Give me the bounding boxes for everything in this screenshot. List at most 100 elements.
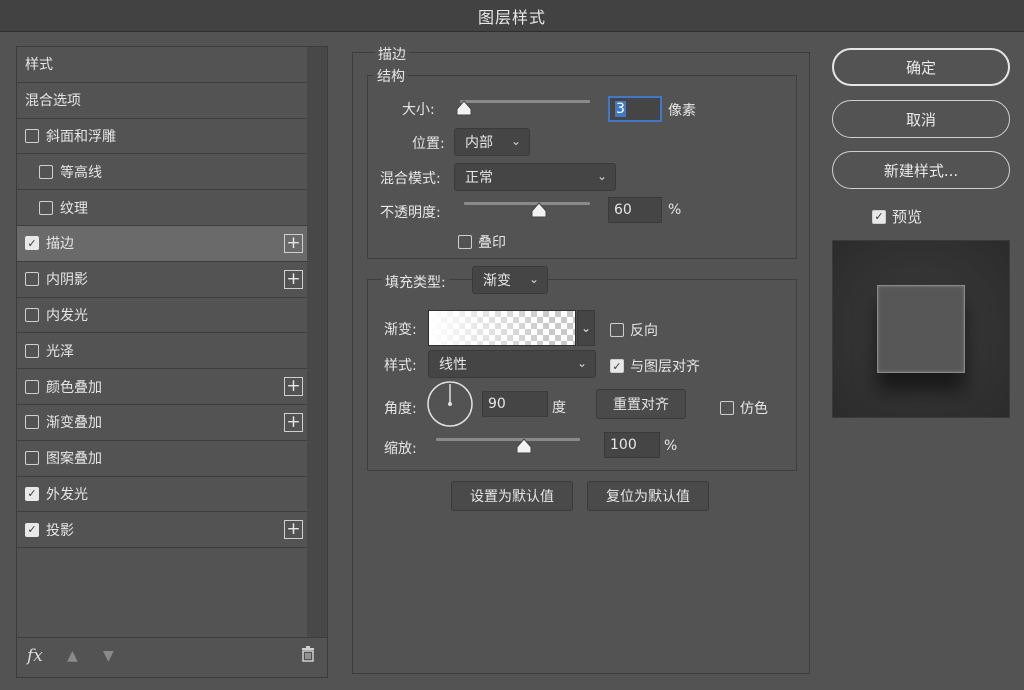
fill-type-dropdown[interactable]: 渐变 ⌄	[472, 266, 548, 294]
checkbox-icon[interactable]: ✓	[25, 486, 39, 501]
styles-list-item[interactable]: 内发光	[17, 298, 307, 334]
add-icon[interactable]: +	[284, 377, 303, 397]
chevron-down-icon: ⌄	[576, 356, 587, 370]
gradient-label: 渐变:	[384, 322, 417, 338]
dialog-titlebar: 图层样式	[0, 0, 1024, 32]
reset-to-default-button[interactable]: 复位为默认值	[587, 481, 709, 511]
trash-icon[interactable]	[301, 646, 315, 666]
styles-list-item[interactable]: 纹理	[17, 190, 307, 226]
add-icon[interactable]: +	[284, 520, 303, 540]
checkbox-icon	[720, 401, 734, 415]
styles-list-item[interactable]: ✓ 外发光	[17, 477, 307, 513]
new-style-button[interactable]: 新建样式...	[832, 151, 1010, 189]
styles-list-item[interactable]: 渐变叠加 +	[17, 405, 307, 441]
arrow-down-icon[interactable]: ▼	[103, 648, 114, 664]
opacity-unit: %	[668, 202, 682, 218]
scale-label: 缩放:	[384, 441, 417, 457]
size-input[interactable]: 3	[608, 96, 662, 122]
styles-list-item-label: 投影	[46, 522, 74, 539]
styles-list-panel: 样式混合选项斜面和浮雕等高线纹理 ✓ 描边 + 内阴影 + 内发光光泽颜色叠加 + 渐变叠加 + 图…	[16, 46, 328, 678]
gradient-style-dropdown[interactable]: 线性 ⌄	[428, 350, 596, 378]
styles-list-item-label: 内发光	[46, 307, 88, 324]
styles-list-item-label: 外发光	[46, 486, 88, 503]
styles-list-item-label: 样式	[25, 57, 53, 74]
stroke-section-title: 描边	[375, 44, 409, 64]
arrow-up-icon[interactable]: ▲	[67, 648, 78, 664]
fx-button[interactable]: fx	[27, 646, 43, 666]
angle-input[interactable]: 90	[482, 391, 548, 417]
reset-alignment-button[interactable]: 重置对齐	[596, 389, 686, 419]
scale-unit: %	[664, 438, 678, 454]
blend-mode-dropdown[interactable]: 正常 ⌄	[454, 163, 616, 191]
add-icon[interactable]: +	[284, 269, 303, 289]
styles-list-item[interactable]: 等高线	[17, 154, 307, 191]
checkbox-icon[interactable]	[25, 415, 39, 430]
checkbox-icon[interactable]	[25, 451, 39, 466]
styles-list-item-label: 光泽	[46, 343, 74, 360]
styles-list-item-label: 描边	[46, 236, 74, 253]
styles-list-item[interactable]: 内阴影 +	[17, 262, 307, 298]
style-preview	[832, 240, 1010, 418]
opacity-slider[interactable]	[464, 202, 590, 205]
size-unit: 像素	[668, 103, 696, 119]
gradient-picker-chevron-icon[interactable]: ⌄	[577, 310, 595, 346]
checkbox-icon: ✓	[872, 209, 886, 224]
preview-square	[877, 285, 965, 373]
styles-list-item-label: 斜面和浮雕	[46, 128, 116, 145]
angle-label: 角度:	[384, 401, 417, 417]
angle-unit: 度	[552, 400, 566, 416]
styles-list-item[interactable]: 混合选项	[17, 83, 307, 119]
stroke-settings-panel: 描边 结构 大小: 3 像素 位置: 内部 ⌄ 混合模式: 正常 ⌄ 不透明度: 6…	[352, 44, 810, 674]
position-label: 位置:	[412, 136, 445, 152]
position-dropdown[interactable]: 内部 ⌄	[454, 128, 530, 156]
styles-list-item-label: 内阴影	[46, 272, 88, 289]
structure-group: 结构 大小: 3 像素 位置: 内部 ⌄ 混合模式: 正常 ⌄ 不透明度: 60 %…	[367, 66, 797, 259]
styles-list-item[interactable]: 颜色叠加 +	[17, 369, 307, 405]
checkbox-icon[interactable]: ✓	[25, 522, 39, 537]
styles-list: 样式混合选项斜面和浮雕等高线纹理 ✓ 描边 + 内阴影 + 内发光光泽颜色叠加 + 渐变叠加 + 图…	[17, 47, 307, 549]
styles-list-item[interactable]: ✓ 描边 +	[17, 225, 307, 262]
styles-list-item[interactable]: ✓ 投影 +	[17, 512, 307, 549]
styles-list-scrollbar[interactable]	[307, 47, 327, 637]
scale-input[interactable]: 100	[604, 432, 660, 458]
checkbox-icon	[610, 323, 624, 337]
add-icon[interactable]: +	[284, 233, 303, 253]
opacity-input[interactable]: 60	[608, 197, 662, 223]
make-default-button[interactable]: 设置为默认值	[451, 481, 573, 511]
styles-list-item-label: 混合选项	[25, 93, 81, 110]
styles-list-item[interactable]: 光泽	[17, 333, 307, 370]
add-icon[interactable]: +	[284, 412, 303, 432]
size-label: 大小:	[402, 102, 435, 118]
checkbox-icon[interactable]	[39, 164, 53, 179]
scale-slider[interactable]	[436, 438, 580, 441]
ok-button[interactable]: 确定	[832, 48, 1010, 86]
preview-checkbox[interactable]: ✓ 预览	[872, 206, 922, 227]
gradient-swatch[interactable]	[428, 310, 576, 346]
checkbox-icon[interactable]: ✓	[25, 236, 39, 251]
dialog-title: 图层样式	[477, 7, 546, 27]
angle-dial[interactable]	[426, 380, 474, 428]
checkbox-icon[interactable]	[39, 200, 53, 215]
opacity-label: 不透明度:	[380, 205, 441, 221]
align-with-layer-checkbox[interactable]: ✓ 与图层对齐	[610, 356, 700, 376]
overprint-checkbox[interactable]: 叠印	[458, 232, 506, 252]
styles-list-item-label: 渐变叠加	[46, 415, 102, 432]
dither-checkbox[interactable]: 仿色	[720, 398, 768, 418]
styles-list-item[interactable]: 样式	[17, 47, 307, 83]
checkbox-icon[interactable]	[25, 343, 39, 358]
styles-list-item[interactable]: 图案叠加	[17, 441, 307, 477]
chevron-down-icon: ⌄	[596, 169, 607, 183]
checkbox-icon[interactable]	[25, 272, 39, 287]
blend-mode-label: 混合模式:	[380, 171, 441, 187]
gradient-style-label: 样式:	[384, 358, 417, 374]
checkbox-icon[interactable]	[25, 379, 39, 394]
size-slider[interactable]	[460, 100, 590, 103]
checkbox-icon[interactable]	[25, 128, 39, 143]
reverse-checkbox[interactable]: 反向	[610, 320, 658, 340]
checkbox-icon[interactable]	[25, 307, 39, 322]
fill-group: 填充类型: 渐变 ⌄ 渐变: ⌄ 反向 样式: 线性 ⌄ ✓ 与图层对齐 角度: 90…	[367, 266, 797, 471]
styles-list-item-label: 等高线	[60, 164, 102, 181]
styles-list-item[interactable]: 斜面和浮雕	[17, 119, 307, 155]
cancel-button[interactable]: 取消	[832, 100, 1010, 138]
fill-type-label: 填充类型:	[382, 272, 449, 292]
